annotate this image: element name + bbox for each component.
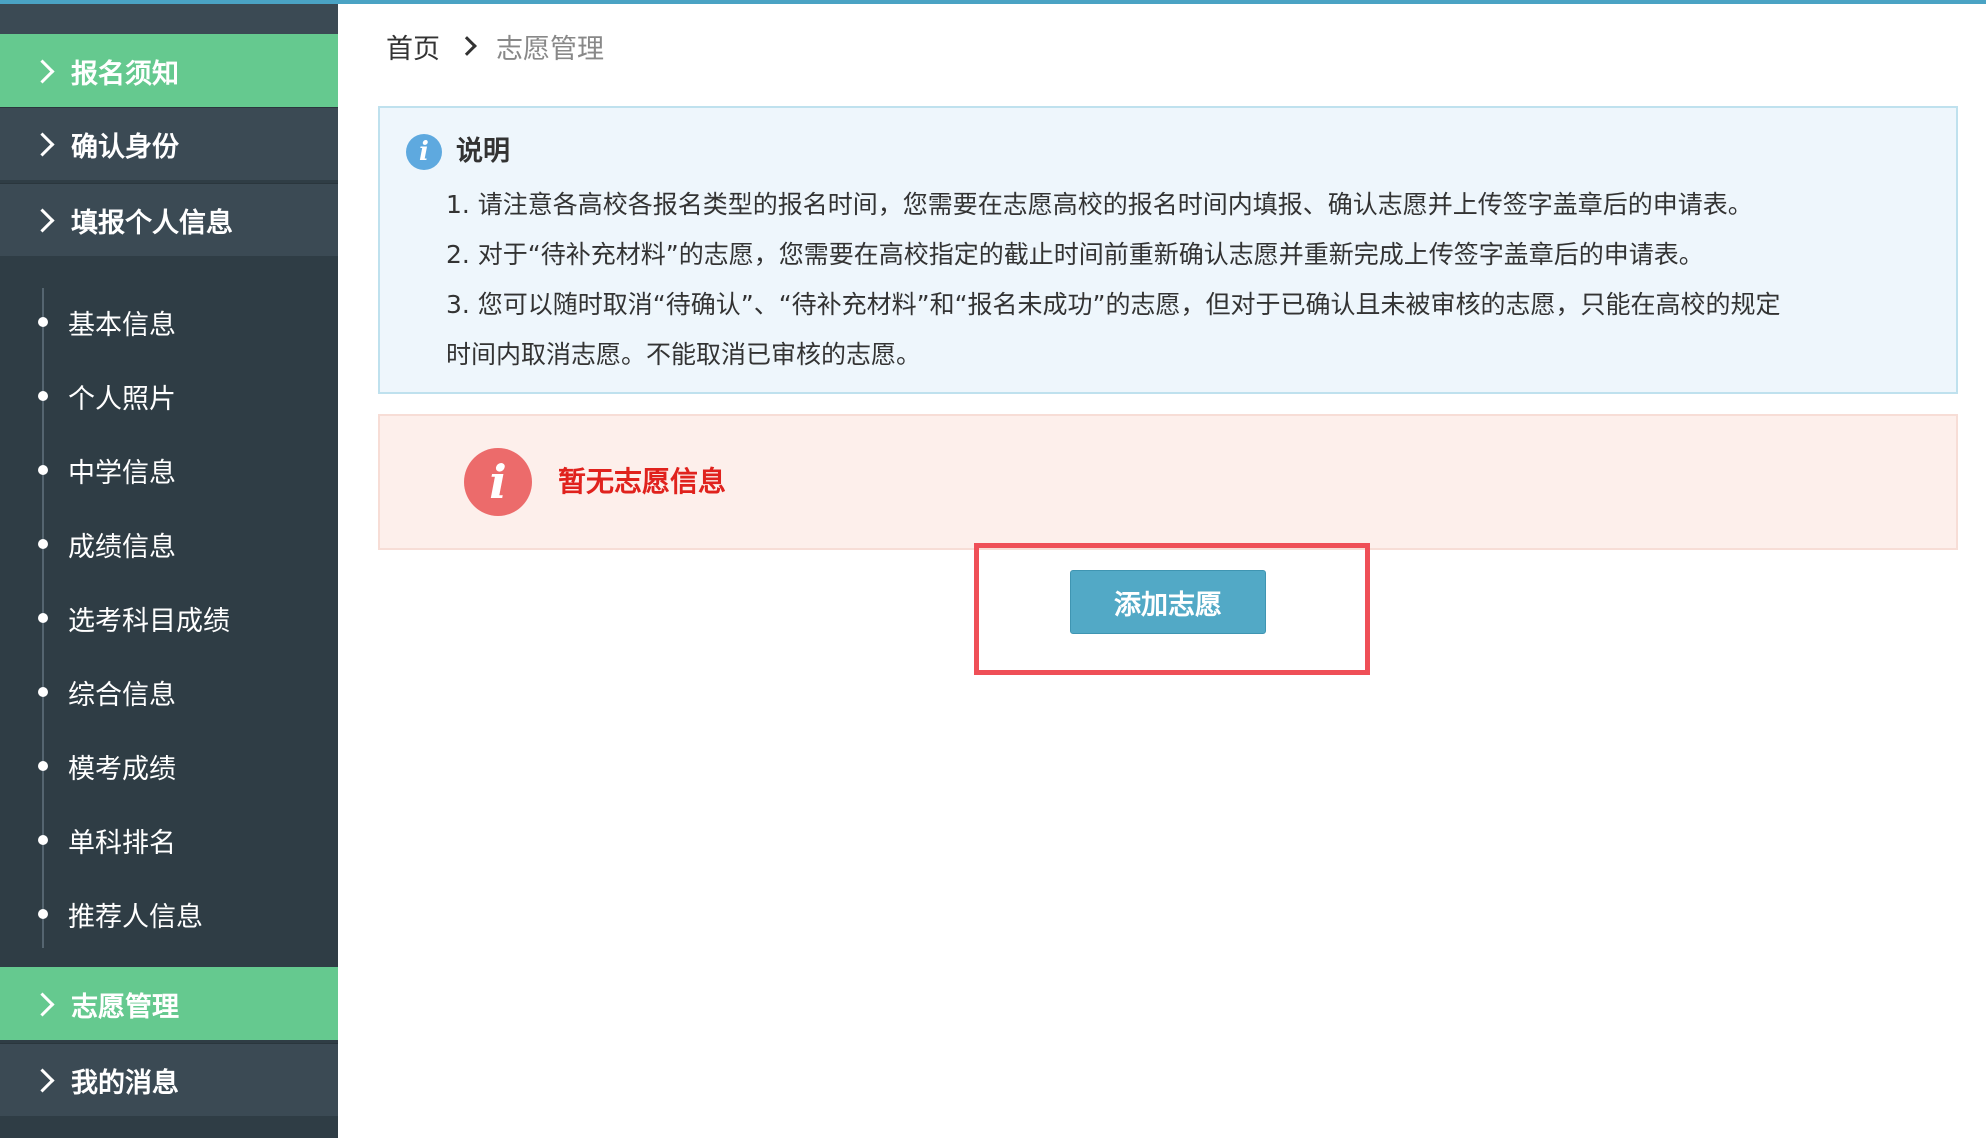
breadcrumb-current: 志愿管理 — [496, 33, 604, 65]
sidebar-section-registration-notice[interactable]: 报名须知 — [0, 34, 338, 107]
bullet-dot-icon — [38, 835, 48, 845]
chevron-right-icon — [30, 1067, 55, 1093]
sidebar-section-application-management[interactable]: 志愿管理 — [0, 967, 338, 1040]
sidebar-item-comprehensive-info[interactable]: 综合信息 — [0, 664, 338, 720]
bullet-dot-icon — [38, 391, 48, 401]
add-application-button[interactable]: 添加志愿 — [1070, 570, 1266, 634]
bullet-dot-icon — [38, 465, 48, 475]
sidebar-section-label: 志愿管理 — [71, 991, 179, 1023]
sidebar-item-middle-school-info[interactable]: 中学信息 — [0, 442, 338, 498]
sidebar-item-label: 单科排名 — [68, 827, 176, 859]
sidebar-section-label: 报名须知 — [71, 58, 179, 90]
info-icon: i — [406, 134, 442, 170]
instruction-line: 1. 请注意各高校各报名类型的报名时间，您需要在志愿高校的报名时间内填报、确认志… — [446, 190, 1753, 219]
sidebar-item-mock-exam-scores[interactable]: 模考成绩 — [0, 738, 338, 794]
instructions-title: 说明 — [456, 136, 510, 167]
breadcrumb-home-link[interactable]: 首页 — [386, 27, 440, 66]
sidebar-section-label: 我的消息 — [71, 1067, 179, 1099]
sidebar-section-confirm-identity[interactable]: 确认身份 — [0, 107, 338, 180]
chevron-right-icon — [30, 207, 55, 233]
breadcrumb: 首页 志愿管理 — [386, 24, 604, 68]
chevron-right-icon — [30, 131, 55, 157]
sidebar-section-my-messages[interactable]: 我的消息 — [0, 1043, 338, 1116]
sidebar-item-label: 成绩信息 — [68, 531, 176, 563]
sidebar-item-label: 选考科目成绩 — [68, 605, 230, 637]
bullet-dot-icon — [38, 317, 48, 327]
sidebar: 报名须知 确认身份 填报个人信息 基本信息 个人照片 中学信息 成绩信息 选考科… — [0, 4, 338, 1138]
sidebar-item-label: 基本信息 — [68, 309, 176, 341]
bullet-dot-icon — [38, 909, 48, 919]
sidebar-item-referee-info[interactable]: 推荐人信息 — [0, 886, 338, 942]
bullet-dot-icon — [38, 761, 48, 771]
instruction-line: 时间内取消志愿。不能取消已审核的志愿。 — [446, 340, 922, 369]
instruction-line: 2. 对于“待补充材料”的志愿，您需要在高校指定的截止时间前重新确认志愿并重新完… — [446, 240, 1704, 269]
sidebar-item-personal-photo[interactable]: 个人照片 — [0, 368, 338, 424]
bullet-dot-icon — [38, 687, 48, 697]
sidebar-section-label: 填报个人信息 — [71, 207, 233, 239]
chevron-right-icon — [457, 36, 477, 56]
sidebar-section-label: 确认身份 — [71, 131, 179, 163]
sidebar-top-strip — [0, 4, 338, 34]
sidebar-item-label: 综合信息 — [68, 679, 176, 711]
sidebar-item-label: 模考成绩 — [68, 753, 176, 785]
sidebar-submenu: 基本信息 个人照片 中学信息 成绩信息 选考科目成绩 综合信息 模考成绩 单科排… — [0, 262, 338, 964]
sidebar-item-label: 推荐人信息 — [68, 901, 203, 933]
empty-state-message: 暂无志愿信息 — [558, 465, 727, 498]
sidebar-item-grades-info[interactable]: 成绩信息 — [0, 516, 338, 572]
bullet-dot-icon — [38, 539, 48, 549]
instruction-line: 3. 您可以随时取消“待确认”、“待补充材料”和“报名未成功”的志愿，但对于已确… — [446, 290, 1781, 319]
sidebar-item-subject-ranking[interactable]: 单科排名 — [0, 812, 338, 868]
sidebar-item-elective-scores[interactable]: 选考科目成绩 — [0, 590, 338, 646]
chevron-right-icon — [30, 991, 55, 1017]
sidebar-item-basic-info[interactable]: 基本信息 — [0, 294, 338, 350]
empty-state-alert: i 暂无志愿信息 — [378, 414, 1958, 550]
instructions-panel: i 说明 1. 请注意各高校各报名类型的报名时间，您需要在志愿高校的报名时间内填… — [378, 106, 1958, 394]
bullet-dot-icon — [38, 613, 48, 623]
sidebar-section-personal-info[interactable]: 填报个人信息 — [0, 183, 338, 256]
alert-icon: i — [464, 448, 532, 516]
chevron-right-icon — [30, 58, 55, 84]
sidebar-item-label: 个人照片 — [68, 383, 176, 415]
sidebar-item-label: 中学信息 — [68, 457, 176, 489]
